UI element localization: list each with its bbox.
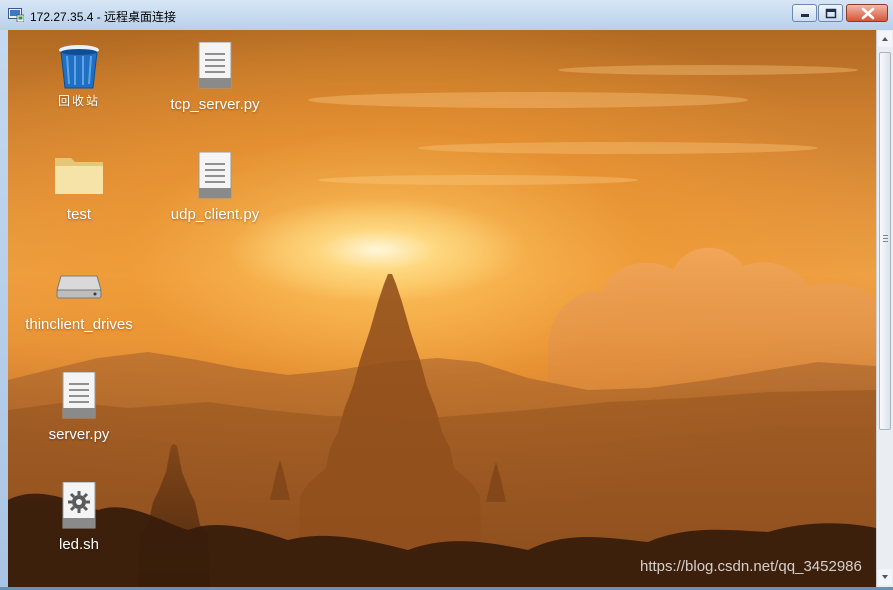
recycle-bin-icon (59, 45, 99, 89)
maximize-button[interactable] (818, 4, 843, 22)
desktop-icon-label: led.sh (58, 536, 100, 553)
desktop-icon-label: server.py (48, 426, 110, 443)
text-file-icon (62, 372, 96, 419)
chevron-down-icon (882, 575, 888, 579)
maximize-icon (825, 8, 837, 19)
scroll-up-button[interactable] (878, 31, 892, 47)
minimize-icon (801, 14, 809, 17)
text-file-icon (198, 152, 232, 199)
text-file-icon (198, 42, 232, 89)
remote-desktop-viewport[interactable]: 回收站 tcp_server.py test udp_client.py thi… (8, 30, 876, 587)
vertical-scrollbar[interactable] (876, 30, 893, 587)
script-file-icon (62, 482, 96, 529)
window-title: 172.27.35.4 - 远程桌面连接 (30, 10, 177, 24)
drive-icon (56, 275, 102, 299)
remote-desktop-window: 172.27.35.4 - 远程桌面连接 回收站 tcp_server.py t… (0, 0, 893, 587)
close-icon (861, 7, 875, 20)
desktop-icon-label: thinclient_drives (25, 316, 133, 333)
desktop-icon-label: tcp_server.py (170, 96, 260, 113)
minimize-button[interactable] (792, 4, 817, 22)
title-bar[interactable]: 172.27.35.4 - 远程桌面连接 (0, 0, 893, 30)
desktop-icon-label: udp_client.py (170, 206, 260, 223)
watermark-text: https://blog.csdn.net/qq_3452986 (640, 558, 862, 575)
close-button[interactable] (846, 4, 888, 22)
scrollbar-thumb[interactable] (879, 52, 891, 430)
chevron-up-icon (882, 37, 888, 41)
sunset-pagoda-wallpaper (8, 30, 876, 587)
folder-icon (55, 158, 103, 194)
desktop-icon-label: 回收站 (57, 94, 100, 108)
scroll-down-button[interactable] (878, 569, 892, 585)
remote-desktop-app-icon (8, 8, 24, 22)
desktop-icon-label: test (66, 206, 92, 223)
